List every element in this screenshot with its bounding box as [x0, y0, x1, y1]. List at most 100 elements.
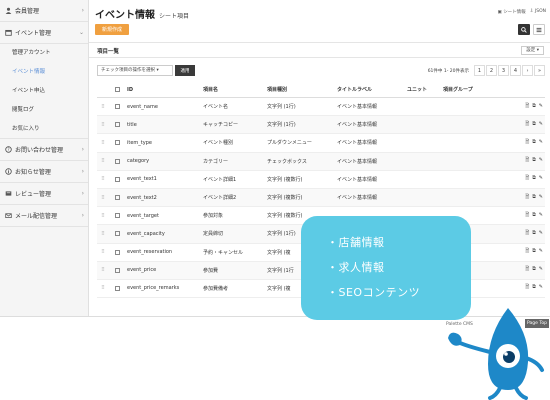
drag-handle-icon[interactable]: ⠿: [97, 176, 109, 182]
create-button[interactable]: 新規作成: [95, 24, 129, 35]
drag-handle-icon[interactable]: ⠿: [97, 231, 109, 237]
edit-icon[interactable]: ✎: [539, 230, 543, 238]
copy-icon[interactable]: ⧉: [532, 266, 536, 274]
row-checkbox[interactable]: [114, 140, 120, 146]
sidebar-group-inquiries[interactable]: ? お問い合わせ管理 ›: [0, 139, 88, 161]
edit-icon[interactable]: ✎: [539, 103, 543, 111]
column-header-title-label[interactable]: タイトルラベル: [337, 86, 407, 93]
page-1[interactable]: 1: [474, 65, 485, 76]
sidebar-group-label: レビュー管理: [15, 191, 52, 198]
table-row[interactable]: ⠿ item_type イベント種別 プルダウンメニュー イベント基本情報 🗎 ⧉ ✎: [97, 134, 545, 153]
row-checkbox[interactable]: [114, 176, 120, 182]
edit-icon[interactable]: ✎: [539, 248, 543, 256]
sidebar-group-mail[interactable]: メール配信管理 ›: [0, 205, 88, 227]
drag-handle-icon[interactable]: ⠿: [97, 122, 109, 128]
row-checkbox[interactable]: [114, 195, 120, 201]
caret-down-icon: ▾: [156, 68, 159, 73]
row-checkbox[interactable]: [114, 267, 120, 273]
sidebar-item-view-log[interactable]: 閲覧ログ: [0, 101, 88, 120]
document-icon[interactable]: 🗎: [525, 212, 529, 220]
copy-icon[interactable]: ⧉: [532, 175, 536, 183]
copy-icon[interactable]: ⧉: [532, 194, 536, 202]
drag-handle-icon[interactable]: ⠿: [97, 195, 109, 201]
column-header-id[interactable]: ID: [125, 87, 203, 93]
bulk-action-select[interactable]: チェック項目の操作を選択 ▾: [97, 65, 173, 76]
copy-icon[interactable]: ⧉: [532, 139, 536, 147]
edit-icon[interactable]: ✎: [539, 284, 543, 292]
sidebar-item-admin-accounts[interactable]: 管理アカウント: [0, 44, 88, 63]
row-checkbox[interactable]: [114, 122, 120, 128]
table-row[interactable]: ⠿ event_text2 イベント詳細2 文字列 (複数行) イベント基本情報 🗎 ⧉ ✎: [97, 188, 545, 208]
promo-item-store-info: ・店舗情報: [327, 236, 385, 249]
copy-icon[interactable]: ⧉: [532, 230, 536, 238]
apply-button[interactable]: 適用: [175, 65, 195, 76]
last-page-icon[interactable]: »: [534, 65, 545, 76]
cell-id: event_capacity: [127, 230, 165, 237]
document-icon[interactable]: 🗎: [525, 248, 529, 256]
document-icon[interactable]: 🗎: [525, 103, 529, 111]
copy-icon[interactable]: ⧉: [532, 103, 536, 111]
drag-handle-icon[interactable]: ⠿: [97, 104, 109, 110]
row-actions: 🗎 ⧉ ✎: [493, 103, 545, 111]
drag-handle-icon[interactable]: ⠿: [97, 249, 109, 255]
document-icon[interactable]: 🗎: [525, 284, 529, 292]
sidebar-group-events[interactable]: イベント管理 ⌄: [0, 22, 88, 44]
sidebar-item-event-applications[interactable]: イベント申込: [0, 82, 88, 101]
edit-icon[interactable]: ✎: [539, 266, 543, 274]
row-checkbox[interactable]: [114, 213, 120, 219]
sidebar-group-reviews[interactable]: レビュー管理 ›: [0, 183, 88, 205]
edit-icon[interactable]: ✎: [539, 157, 543, 165]
row-checkbox[interactable]: [114, 104, 120, 110]
table-row[interactable]: ⠿ event_name イベント名 文字列 (1行) イベント基本情報 🗎 ⧉ ✎: [97, 98, 545, 117]
list-menu-button[interactable]: [533, 24, 545, 35]
cell-id: item_type: [127, 139, 152, 146]
copy-icon[interactable]: ⧉: [532, 121, 536, 129]
edit-icon[interactable]: ✎: [539, 139, 543, 147]
drag-handle-icon[interactable]: ⠿: [97, 158, 109, 164]
settings-dropdown[interactable]: 設定 ▾: [521, 46, 544, 55]
copy-icon[interactable]: ⧉: [532, 248, 536, 256]
column-header-name[interactable]: 項目名: [203, 86, 267, 93]
row-checkbox[interactable]: [114, 231, 120, 237]
page-3[interactable]: 3: [498, 65, 509, 76]
edit-icon[interactable]: ✎: [539, 175, 543, 183]
edit-icon[interactable]: ✎: [539, 212, 543, 220]
copy-icon[interactable]: ⧉: [532, 284, 536, 292]
drag-handle-icon[interactable]: ⠿: [97, 285, 109, 291]
row-checkbox[interactable]: [114, 249, 120, 255]
document-icon[interactable]: 🗎: [525, 194, 529, 202]
sidebar-item-favorites[interactable]: お気に入り: [0, 120, 88, 139]
page-2[interactable]: 2: [486, 65, 497, 76]
document-icon[interactable]: 🗎: [525, 266, 529, 274]
row-checkbox[interactable]: [114, 158, 120, 164]
sheet-info-link[interactable]: ▣ シート情報: [497, 9, 525, 15]
select-all-checkbox[interactable]: [114, 87, 120, 92]
sidebar-item-event-info[interactable]: イベント情報: [0, 63, 88, 82]
row-checkbox[interactable]: [114, 285, 120, 291]
sidebar-group-members[interactable]: 会員管理 ›: [0, 0, 88, 22]
sidebar: 会員管理 › イベント管理 ⌄ 管理アカウント イベント情報 イベント申込 閲覧…: [0, 0, 89, 330]
document-icon[interactable]: 🗎: [525, 230, 529, 238]
table-row[interactable]: ⠿ category カテゴリー チェックボックス イベント基本情報 🗎 ⧉ ✎: [97, 152, 545, 171]
json-link[interactable]: ⇩ JSON: [530, 9, 546, 15]
table-row[interactable]: ⠿ event_text1 イベント詳細1 文字列 (複数行) イベント基本情報 🗎 ⧉ ✎: [97, 171, 545, 189]
search-button[interactable]: [518, 24, 530, 35]
column-header-group[interactable]: 項目グループ: [443, 86, 493, 93]
drag-handle-icon[interactable]: ⠿: [97, 140, 109, 146]
table-row[interactable]: ⠿ title キャッチコピー 文字列 (1行) イベント基本情報 🗎 ⧉ ✎: [97, 116, 545, 135]
column-header-type[interactable]: 項目種別: [267, 86, 337, 93]
document-icon[interactable]: 🗎: [525, 157, 529, 165]
document-icon[interactable]: 🗎: [525, 175, 529, 183]
copy-icon[interactable]: ⧉: [532, 157, 536, 165]
edit-icon[interactable]: ✎: [539, 121, 543, 129]
sidebar-group-news[interactable]: お知らせ管理 ›: [0, 161, 88, 183]
next-page-icon[interactable]: ›: [522, 65, 533, 76]
edit-icon[interactable]: ✎: [539, 194, 543, 202]
drag-handle-icon[interactable]: ⠿: [97, 267, 109, 273]
page-4[interactable]: 4: [510, 65, 521, 76]
drag-handle-icon[interactable]: ⠿: [97, 213, 109, 219]
column-header-unit[interactable]: ユニット: [407, 86, 443, 93]
document-icon[interactable]: 🗎: [525, 121, 529, 129]
document-icon[interactable]: 🗎: [525, 139, 529, 147]
copy-icon[interactable]: ⧉: [532, 212, 536, 220]
